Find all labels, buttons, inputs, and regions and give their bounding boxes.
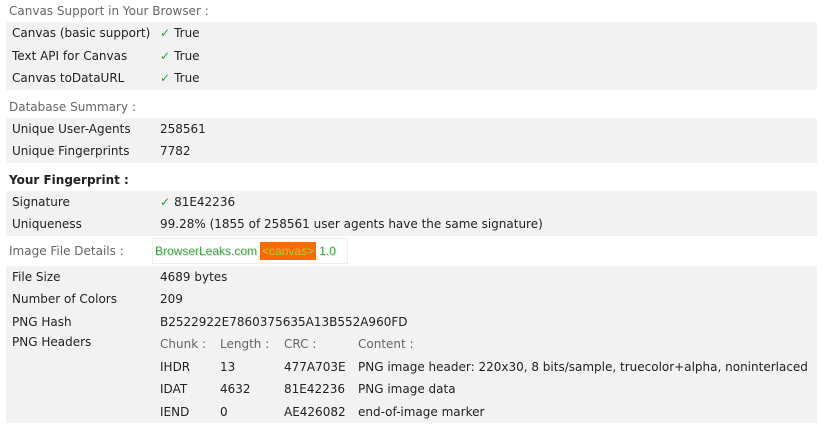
row-value: 258561 xyxy=(160,121,206,136)
table-cell: 4632 xyxy=(220,382,251,396)
canvas-image-version-text: 1.0 xyxy=(319,243,336,258)
table-cell: IDAT xyxy=(160,382,188,396)
check-icon: ✓ xyxy=(160,194,171,209)
info-row: Unique Fingerprints 7782 xyxy=(6,140,817,163)
database-summary-title: Database Summary : xyxy=(9,99,136,114)
status-value: True xyxy=(174,26,200,40)
table-cell: 13 xyxy=(220,359,236,374)
image-details-title: Image File Details : xyxy=(9,243,124,258)
row-value: B2522922E7860375635A13B552A960FD xyxy=(160,314,408,329)
row-label: File Size xyxy=(12,269,61,284)
table-cell: PNG image data xyxy=(358,382,456,396)
table-cell: end-of-image marker xyxy=(358,404,485,419)
row-label: Signature xyxy=(12,194,70,209)
row-label: PNG Hash xyxy=(12,314,72,329)
row-label: Canvas toDataURL xyxy=(12,71,125,85)
column-header: Chunk : xyxy=(160,337,207,351)
info-row: Canvas (basic support) ✓ True xyxy=(6,22,817,45)
row-value: 209 xyxy=(160,292,183,306)
canvas-image-brand-text: BrowserLeaks.com xyxy=(155,243,258,258)
row-label: Text API for Canvas xyxy=(12,48,128,63)
canvas-rendered-image: BrowserLeaks.com <canvas> 1.0 xyxy=(152,237,348,264)
signature-row: Signature ✓ 81E42236 xyxy=(6,190,817,214)
table-header-row: Chunk : Length : CRC : Content : xyxy=(154,333,817,356)
row-value: 7782 xyxy=(160,144,191,158)
uniqueness-value: 99.28% (1855 of 258561 user agents have … xyxy=(160,217,543,231)
row-value: ✓ True xyxy=(154,22,817,45)
image-details-header: Image File Details : BrowserLeaks.com <ca… xyxy=(0,236,824,266)
fingerprint-title: Your Fingerprint : xyxy=(9,172,129,187)
row-label: Uniqueness xyxy=(12,217,82,231)
canvas-fingerprint-page: Canvas Support in Your Browser : Canvas … xyxy=(0,0,824,429)
canvas-image-tag-text: <canvas> xyxy=(260,241,317,260)
column-header: Content : xyxy=(358,337,414,351)
info-row: Text API for Canvas ✓ True xyxy=(6,44,817,68)
table-row: IDAT 4632 81E42236 PNG image data xyxy=(154,378,817,401)
status-value: True xyxy=(174,48,200,63)
png-headers-table: Chunk : Length : CRC : Content : IHDR 13… xyxy=(154,333,817,423)
table-row: IHDR 13 477A703E PNG image header: 220x3… xyxy=(154,356,817,379)
row-label: Number of Colors xyxy=(12,292,117,306)
signature-value: 81E42236 xyxy=(174,194,236,209)
row-label: Canvas (basic support) xyxy=(12,26,151,40)
status-value: True xyxy=(174,71,200,85)
check-icon: ✓ xyxy=(160,71,171,85)
check-icon: ✓ xyxy=(160,26,171,40)
row-value: 4689 bytes xyxy=(160,269,228,284)
table-cell: PNG image header: 220x30, 8 bits/sample,… xyxy=(358,359,808,374)
table-cell: AE426082 xyxy=(284,404,346,419)
info-row: Unique User-Agents 258561 xyxy=(6,117,817,140)
table-cell: 477A703E xyxy=(284,359,346,374)
table-cell: 81E42236 xyxy=(284,382,346,396)
check-icon: ✓ xyxy=(160,48,171,63)
row-label: Unique Fingerprints xyxy=(12,144,130,158)
info-row: Number of Colors 209 xyxy=(6,288,817,311)
png-headers-row: PNG Headers Chunk : Length : CRC : Conte… xyxy=(6,333,817,423)
row-label: PNG Headers xyxy=(12,335,92,349)
table-cell: IEND xyxy=(160,404,190,419)
row-value: ✓ 81E42236 xyxy=(154,191,817,214)
info-row: File Size 4689 bytes xyxy=(6,265,817,288)
row-value: ✓ True xyxy=(154,67,817,90)
table-cell: IHDR xyxy=(160,359,191,374)
row-label: Unique User-Agents xyxy=(12,121,131,136)
table-row: IEND 0 AE426082 end-of-image marker xyxy=(154,401,817,424)
row-value: ✓ True xyxy=(154,45,817,68)
info-row: PNG Hash B2522922E7860375635A13B552A960F… xyxy=(6,310,817,333)
column-header: CRC : xyxy=(284,337,317,351)
column-header: Length : xyxy=(220,337,270,351)
canvas-support-title: Canvas Support in Your Browser : xyxy=(9,4,209,18)
info-row: Canvas toDataURL ✓ True xyxy=(6,67,817,90)
uniqueness-row: Uniqueness 99.28% (1855 of 258561 user a… xyxy=(6,213,817,236)
table-cell: 0 xyxy=(220,404,228,419)
